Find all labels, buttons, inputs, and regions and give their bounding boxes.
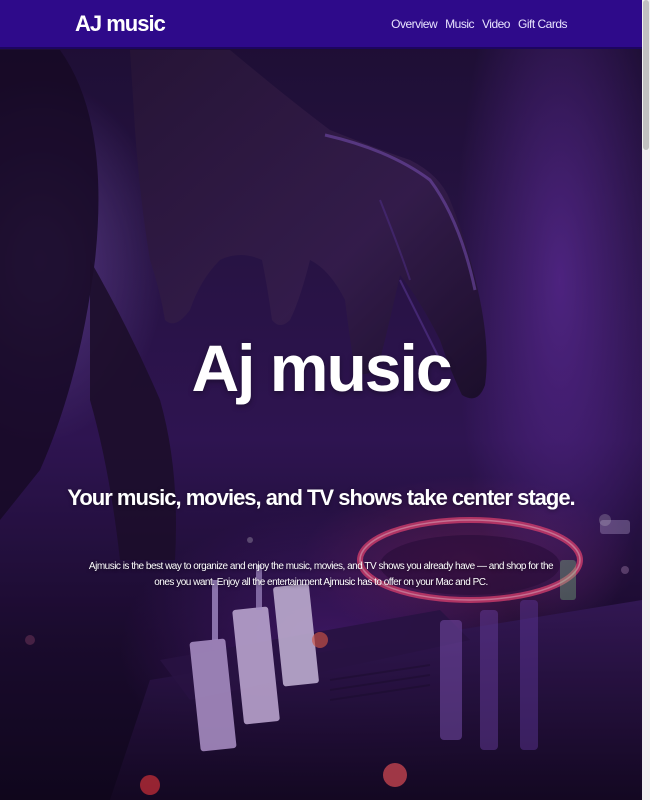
nav-link-video[interactable]: Video bbox=[482, 17, 510, 31]
brand-logo-link[interactable]: AJ music bbox=[75, 11, 166, 37]
nav-link-overview[interactable]: Overview bbox=[391, 17, 438, 31]
top-navbar: AJ music Overview Music Video Gift Cards bbox=[0, 0, 642, 49]
nav-links: Overview Music Video Gift Cards bbox=[391, 17, 567, 31]
scrollbar-thumb[interactable] bbox=[643, 0, 649, 150]
hero-subtitle: Your music, movies, and TV shows take ce… bbox=[67, 485, 575, 510]
hero-description: Ajmusic is the best way to organize and … bbox=[88, 561, 554, 588]
page-scrollbar[interactable] bbox=[642, 0, 650, 800]
nav-link-music[interactable]: Music bbox=[445, 17, 474, 31]
nav-link-gift-cards[interactable]: Gift Cards bbox=[518, 17, 568, 31]
page: AJ music Overview Music Video Gift Cards… bbox=[0, 0, 650, 800]
hero-title: Aj music bbox=[191, 331, 452, 405]
